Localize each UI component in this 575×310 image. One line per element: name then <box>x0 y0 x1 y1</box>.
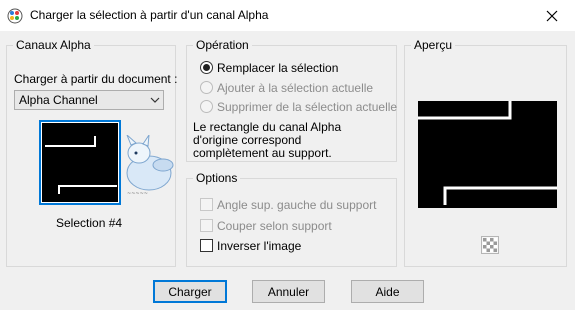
preview-image <box>418 101 557 208</box>
load-from-label: Charger à partir du document : <box>14 72 178 86</box>
svg-text:~~~~~: ~~~~~ <box>127 191 148 197</box>
options-title: Options <box>193 171 241 185</box>
checkbox-crop-to-canvas-label: Couper selon support <box>217 219 332 233</box>
checkbox-crop-to-canvas-box[interactable] <box>200 219 213 232</box>
checkbox-crop-to-canvas[interactable]: Couper selon support <box>199 218 389 234</box>
operation-note-line-2: d'origine correspond <box>193 133 302 147</box>
preview-title: Aperçu <box>411 38 456 52</box>
operation-title: Opération <box>193 38 252 52</box>
checkbox-top-left-corner[interactable]: Angle sup. gauche du support <box>199 197 389 213</box>
selection-label: Selection #4 <box>56 216 123 230</box>
window-title: Charger la sélection à partir d'un canal… <box>30 8 269 22</box>
document-select-value: Alpha Channel <box>19 93 98 107</box>
watermark-character-image: ~~~~~ <box>126 135 174 197</box>
checkbox-top-left-corner-box[interactable] <box>200 198 213 211</box>
operation-note-line-1: Le rectangle du canal Alpha <box>193 120 342 134</box>
radio-remove-label: Supprimer de la sélection actuelle <box>217 100 398 114</box>
chevron-down-icon <box>150 97 160 103</box>
help-button[interactable]: Aide <box>351 280 424 303</box>
radio-remove[interactable]: Supprimer de la sélection actuelle <box>199 99 398 115</box>
checkbox-invert-image-box[interactable] <box>200 239 213 252</box>
close-button[interactable] <box>529 0 575 31</box>
title-bar: Charger la sélection à partir d'un canal… <box>0 0 575 31</box>
document-select[interactable]: Alpha Channel <box>14 90 164 110</box>
checkbox-invert-image-label: Inverser l'image <box>217 239 302 253</box>
operation-note-line-3: complètement au support. <box>193 146 332 160</box>
radio-remove-button[interactable] <box>200 100 213 113</box>
preview-toggle-button[interactable] <box>481 236 499 254</box>
radio-replace[interactable]: Remplacer la sélection <box>199 60 389 76</box>
checkbox-top-left-corner-label: Angle sup. gauche du support <box>217 198 377 212</box>
alpha-channels-title: Canaux Alpha <box>13 38 94 52</box>
paint-palette-icon <box>7 8 23 24</box>
channel-thumbnail-image <box>42 123 118 202</box>
close-icon <box>546 10 558 21</box>
radio-replace-button[interactable] <box>200 61 213 74</box>
radio-add-label: Ajouter à la sélection actuelle <box>217 81 374 95</box>
load-button[interactable]: Charger <box>153 280 227 303</box>
radio-add[interactable]: Ajouter à la sélection actuelle <box>199 80 389 96</box>
checkbox-invert-image[interactable]: Inverser l'image <box>199 238 389 254</box>
radio-replace-label: Remplacer la sélection <box>217 61 339 75</box>
cancel-button[interactable]: Annuler <box>252 280 325 303</box>
radio-add-button[interactable] <box>200 81 213 94</box>
checkerboard-icon <box>483 238 497 252</box>
channel-thumbnail[interactable] <box>39 120 121 205</box>
